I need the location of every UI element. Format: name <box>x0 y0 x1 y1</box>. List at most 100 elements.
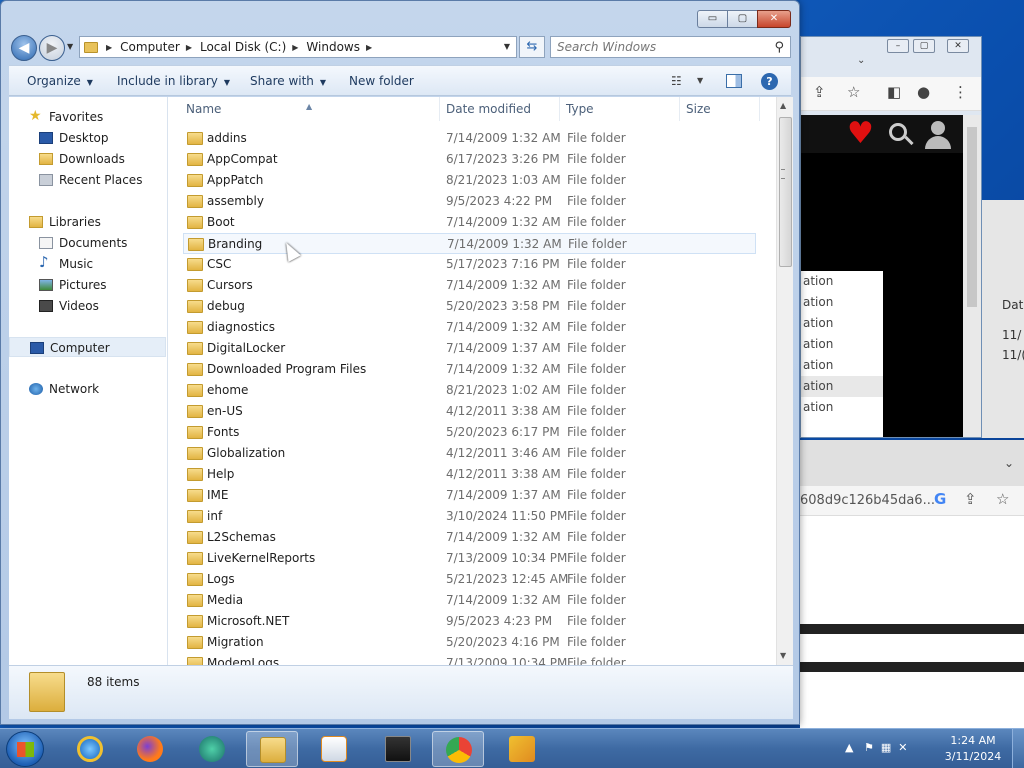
search-box[interactable]: ⚲ <box>550 36 791 58</box>
google-icon[interactable]: G <box>934 490 946 508</box>
list-item[interactable]: ation <box>801 397 883 418</box>
table-row[interactable]: CSC 5/17/2023 7:16 PM File folder <box>183 254 756 275</box>
back-button[interactable]: ◀ <box>11 35 37 61</box>
breadcrumb-computer[interactable]: Computer <box>120 40 180 54</box>
view-options-icon[interactable]: ☷ <box>671 74 682 88</box>
new-folder-button[interactable]: New folder <box>349 74 414 88</box>
table-row[interactable]: Migration 5/20/2023 4:16 PM File folder <box>183 632 756 653</box>
sidebar-item-libraries[interactable]: Libraries <box>9 212 166 232</box>
table-row[interactable]: assembly 9/5/2023 4:22 PM File folder <box>183 191 756 212</box>
chevron-down-icon[interactable]: ⌄ <box>1004 456 1014 470</box>
maximize-button[interactable]: ▢ <box>727 10 757 28</box>
sidebar-item-favorites[interactable]: ★ Favorites <box>9 107 166 127</box>
sidebar-item-computer[interactable]: Computer <box>9 337 166 357</box>
forward-button[interactable]: ▶ <box>39 35 65 61</box>
column-header-name[interactable]: Name ▲ <box>168 97 440 121</box>
table-row[interactable]: Fonts 5/20/2023 6:17 PM File folder <box>183 422 756 443</box>
taskbar-app[interactable] <box>186 731 238 767</box>
table-row[interactable]: ModemLogs 7/13/2009 10:34 PM File folder <box>183 653 756 665</box>
bg-close-button[interactable]: ✕ <box>947 39 969 53</box>
sidebar-item-documents[interactable]: Documents <box>9 233 166 253</box>
star-icon[interactable]: ☆ <box>847 83 860 101</box>
breadcrumb-windows[interactable]: Windows <box>306 40 360 54</box>
taskbar-media-player[interactable] <box>308 731 360 767</box>
table-row[interactable]: Downloaded Program Files 7/14/2009 1:32 A… <box>183 359 756 380</box>
list-item[interactable]: ation <box>801 355 883 376</box>
profile-icon[interactable]: ● <box>917 83 930 101</box>
refresh-button[interactable]: ⇆ <box>519 36 545 58</box>
sidebar-item-downloads[interactable]: Downloads <box>9 149 166 169</box>
help-button[interactable]: ? <box>761 73 778 90</box>
sidebar-item-pictures[interactable]: Pictures <box>9 275 166 295</box>
scroll-down-icon[interactable]: ▼ <box>780 651 786 660</box>
sidebar-item-desktop[interactable]: Desktop <box>9 128 166 148</box>
table-row[interactable]: diagnostics 7/14/2009 1:32 AM File folder <box>183 317 756 338</box>
address-bar[interactable]: ▶ Computer ▶ Local Disk (C:) ▶ Windows ▶… <box>79 36 517 58</box>
share-with-button[interactable]: Share with ▼ <box>250 74 326 88</box>
table-row[interactable]: Cursors 7/14/2009 1:32 AM File folder <box>183 275 756 296</box>
bg-address-bar[interactable]: 608d9c126b45da6... G ⇪ ☆ <box>800 486 1024 516</box>
minimize-button[interactable]: ▭ <box>697 10 727 28</box>
taskbar-chrome[interactable] <box>432 731 484 767</box>
chevron-down-icon[interactable]: ⌄ <box>857 55 865 66</box>
close-button[interactable]: ✕ <box>757 10 791 28</box>
chevron-right-icon[interactable]: ▶ <box>106 43 112 52</box>
share-icon[interactable]: ⇪ <box>813 83 826 101</box>
table-row[interactable]: LiveKernelReports 7/13/2009 10:34 PM File … <box>183 548 756 569</box>
start-button[interactable] <box>6 731 44 767</box>
table-row[interactable]: Branding 7/14/2009 1:32 AM File folder <box>183 233 756 254</box>
show-hidden-icons-icon[interactable]: ▲ <box>845 741 853 754</box>
heart-icon[interactable]: ♥ <box>847 119 874 149</box>
taskbar-explorer[interactable] <box>246 731 298 767</box>
scroll-thumb[interactable] <box>779 117 792 267</box>
search-input[interactable] <box>557 40 757 54</box>
view-dropdown-icon[interactable]: ▼ <box>697 76 703 85</box>
vertical-scrollbar[interactable]: ▲ ▼ <box>776 97 793 665</box>
column-header-type[interactable]: Type <box>560 97 680 121</box>
taskbar-media-player-classic[interactable] <box>372 731 424 767</box>
list-item[interactable]: ation <box>801 292 883 313</box>
column-header-size[interactable]: Size <box>680 97 760 121</box>
table-row[interactable]: AppCompat 6/17/2023 3:26 PM File folder <box>183 149 756 170</box>
taskbar-firefox[interactable] <box>124 731 176 767</box>
table-row[interactable]: Boot 7/14/2009 1:32 AM File folder <box>183 212 756 233</box>
sidebar-item-network[interactable]: Network <box>9 379 166 399</box>
taskbar-app-2[interactable] <box>496 731 548 767</box>
user-icon[interactable] <box>931 121 945 135</box>
breadcrumb-local-disk[interactable]: Local Disk (C:) <box>200 40 286 54</box>
background-browser-window-2[interactable]: ⌄ 608d9c126b45da6... G ⇪ ☆ <box>800 440 1024 728</box>
table-row[interactable]: Help 4/12/2011 3:38 AM File folder <box>183 464 756 485</box>
organize-button[interactable]: Organize ▼ <box>27 74 93 88</box>
table-row[interactable]: AppPatch 8/21/2023 1:03 AM File folder <box>183 170 756 191</box>
table-row[interactable]: Globalization 4/12/2011 3:46 AM File folde… <box>183 443 756 464</box>
sidebar-item-videos[interactable]: Videos <box>9 296 166 316</box>
column-header-date-modified[interactable]: Date modified <box>440 97 560 121</box>
share-icon[interactable]: ⇪ <box>964 490 977 508</box>
sidebar-item-recent-places[interactable]: Recent Places <box>9 170 166 190</box>
bg-maximize-button[interactable]: ▢ <box>913 39 935 53</box>
more-icon[interactable]: ⋮ <box>953 83 968 101</box>
table-row[interactable]: inf 3/10/2024 11:50 PM File folder <box>183 506 756 527</box>
chevron-right-icon[interactable]: ▶ <box>292 43 298 52</box>
table-row[interactable]: DigitalLocker 7/14/2009 1:37 AM File folde… <box>183 338 756 359</box>
scroll-up-icon[interactable]: ▲ <box>780 101 786 110</box>
list-item[interactable]: ation <box>801 271 883 292</box>
table-row[interactable]: ehome 8/21/2023 1:02 AM File folder <box>183 380 756 401</box>
list-item[interactable]: ation <box>801 334 883 355</box>
table-row[interactable]: addins 7/14/2009 1:32 AM File folder <box>183 128 756 149</box>
recent-pages-dropdown[interactable]: ▼ <box>67 42 73 51</box>
chevron-right-icon[interactable]: ▶ <box>366 43 372 52</box>
chevron-right-icon[interactable]: ▶ <box>186 43 192 52</box>
table-row[interactable]: debug 5/20/2023 3:58 PM File folder <box>183 296 756 317</box>
list-item[interactable]: ation <box>801 376 883 397</box>
list-item[interactable]: ation <box>801 313 883 334</box>
taskbar-internet-explorer[interactable] <box>64 731 116 767</box>
table-row[interactable]: L2Schemas 7/14/2009 1:32 AM File folder <box>183 527 756 548</box>
table-row[interactable]: en-US 4/12/2011 3:38 AM File folder <box>183 401 756 422</box>
table-row[interactable]: IME 7/14/2009 1:37 AM File folder <box>183 485 756 506</box>
star-icon[interactable]: ☆ <box>996 490 1009 508</box>
search-icon[interactable]: ⚲ <box>774 40 784 55</box>
table-row[interactable]: Microsoft.NET 9/5/2023 4:23 PM File folder <box>183 611 756 632</box>
table-row[interactable]: Logs 5/21/2023 12:45 AM File folder <box>183 569 756 590</box>
clock[interactable]: 1:24 AM 3/11/2024 <box>944 733 1002 765</box>
